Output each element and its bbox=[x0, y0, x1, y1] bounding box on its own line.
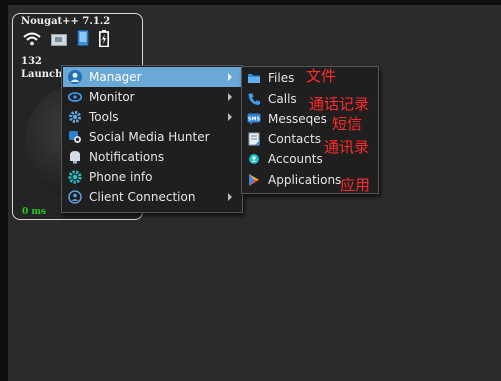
submenu-item-label: Files bbox=[268, 71, 295, 85]
svg-text:SMS: SMS bbox=[248, 116, 261, 122]
menu-item-manager[interactable]: Manager bbox=[63, 67, 241, 87]
wifi-icon bbox=[23, 31, 41, 50]
menu-item-label: Tools bbox=[89, 110, 119, 124]
chevron-right-icon bbox=[228, 73, 232, 81]
menu-item-phone-info[interactable]: Phone info bbox=[63, 167, 241, 187]
submenu-item-label: Calls bbox=[268, 92, 297, 106]
menu-item-client-connection[interactable]: Client Connection bbox=[63, 187, 241, 207]
battery-icon bbox=[99, 29, 109, 51]
eye-icon bbox=[68, 90, 82, 104]
phone-call-icon bbox=[247, 92, 261, 106]
submenu-item-label: Applications bbox=[268, 173, 342, 187]
chevron-right-icon bbox=[228, 93, 232, 101]
sms-icon: SMS bbox=[247, 112, 261, 126]
annotation-calls: 通话记录 bbox=[309, 95, 370, 113]
tools-gear-icon bbox=[68, 110, 82, 124]
menu-item-social-media-hunter[interactable]: Social Media Hunter bbox=[63, 127, 241, 147]
annotation-applications: 应用 bbox=[340, 176, 371, 194]
play-store-icon bbox=[247, 173, 261, 187]
device-title: Nougat++ 7.1.2 bbox=[21, 16, 111, 27]
context-menu: Manager Monitor Tools Social Media Hunte… bbox=[61, 65, 243, 213]
menu-item-monitor[interactable]: Monitor bbox=[63, 87, 241, 107]
submenu-item-label: Contacts bbox=[268, 132, 321, 146]
menu-item-label: Notifications bbox=[89, 150, 165, 164]
manager-icon bbox=[68, 70, 82, 84]
sim-card-icon bbox=[51, 31, 67, 50]
menu-item-label: Phone info bbox=[89, 170, 153, 184]
contacts-icon bbox=[247, 132, 261, 146]
menu-item-label: Manager bbox=[89, 70, 142, 84]
accounts-icon bbox=[247, 152, 261, 166]
submenu-item-label: Accounts bbox=[268, 152, 323, 166]
phone-info-gear-icon bbox=[68, 170, 82, 184]
annotation-files: 文件 bbox=[306, 67, 337, 85]
submenu-item-label: Messeqes bbox=[268, 112, 327, 126]
annotation-messages: 短信 bbox=[332, 115, 363, 133]
phone-icon bbox=[77, 30, 89, 50]
chevron-right-icon bbox=[228, 193, 232, 201]
status-bar bbox=[23, 29, 109, 51]
menu-item-notifications[interactable]: Notifications bbox=[63, 147, 241, 167]
menu-item-label: Monitor bbox=[89, 90, 135, 104]
menu-item-label: Social Media Hunter bbox=[89, 130, 210, 144]
social-hunter-icon bbox=[68, 130, 82, 144]
menu-item-label: Client Connection bbox=[89, 190, 196, 204]
files-folder-icon bbox=[247, 71, 261, 85]
menu-item-tools[interactable]: Tools bbox=[63, 107, 241, 127]
annotation-contacts: 通讯录 bbox=[324, 138, 370, 156]
chevron-right-icon bbox=[228, 113, 232, 121]
latency-readout: 0 ms bbox=[22, 207, 46, 217]
device-count: 132 bbox=[21, 56, 42, 67]
notification-icon bbox=[68, 150, 82, 164]
client-connection-icon bbox=[68, 190, 82, 204]
